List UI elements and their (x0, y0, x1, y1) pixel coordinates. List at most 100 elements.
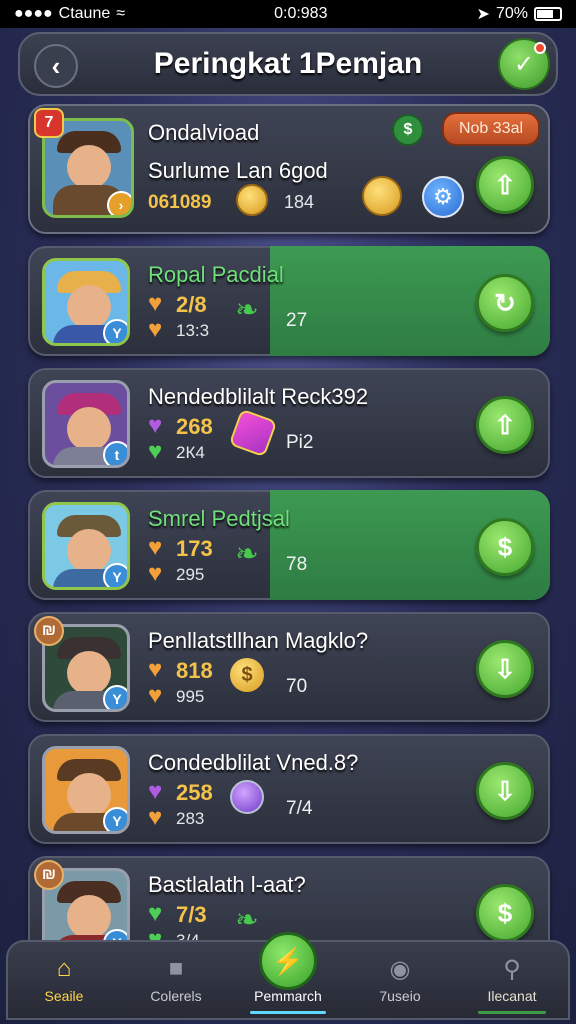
player-action-button[interactable]: ⇧ (476, 396, 534, 454)
player-name: Bastlalath l-aat? (148, 872, 306, 897)
stat-row-primary: 7/3 (148, 900, 207, 928)
signal-icon: ●●●● (14, 5, 53, 22)
nav-label: Seaile (44, 988, 84, 1004)
page-title: Peringkat 1Pemjan (153, 47, 423, 80)
avatar-face (67, 407, 111, 451)
avatar-face (67, 145, 111, 189)
player-action-button[interactable]: ↻ (476, 274, 534, 332)
stat-row-primary: 2/8 (148, 290, 207, 318)
player-name: Penllatstllhan Magklo? (148, 628, 369, 653)
heart-icon (148, 778, 170, 806)
heart-icon (148, 534, 170, 562)
featured-player-card[interactable]: 7 › Ondalvioad $ Nob 33al Surlume Lan 6g… (28, 104, 550, 234)
top-rank-badge: 7 (34, 108, 64, 138)
player-name: Smrel Pedtjsal (148, 506, 290, 531)
player-card[interactable]: t Nendedblilalt Reck392 268 2К4 Pi2 ⇧ (28, 368, 550, 478)
rank-badge: Y (103, 807, 127, 831)
item-value: Pi2 (286, 432, 314, 453)
stat-secondary: 295 (176, 565, 205, 584)
currency-chip[interactable]: $ (392, 114, 424, 146)
battery-icon (533, 7, 562, 21)
coin-icon: $ (230, 658, 264, 692)
nav-item-camera[interactable]: ◉ 7useio (344, 942, 456, 1018)
action-icon: ↻ (494, 287, 516, 318)
avatar-face (67, 651, 111, 695)
stat-secondary: 995 (176, 687, 205, 706)
stat-primary: 7/3 (176, 902, 207, 927)
item-value: 27 (286, 310, 308, 331)
stat-row-secondary: 995 (148, 682, 205, 710)
upvote-button[interactable]: ⇧ (476, 156, 534, 214)
location-icon: ➤ (476, 6, 490, 23)
nav-label: Colerels (150, 988, 202, 1004)
trophy-icon: ■ (168, 955, 184, 982)
reward-pill[interactable]: Nob 33al (442, 112, 540, 146)
avatar-face (67, 773, 111, 817)
player-name: Ondalvioad (148, 120, 260, 145)
player-card[interactable]: Y Smrel Pedtjsal 173 295 ❧ 78 $ (28, 490, 550, 600)
notification-dot (534, 42, 546, 54)
stat-row-primary: 268 (148, 412, 213, 440)
player-card[interactable]: Y Condedblilat Vned.8? 258 283 7/4 ⇩ (28, 734, 550, 844)
lightning-icon: ⚡ (259, 932, 317, 990)
heart-icon (148, 290, 170, 318)
bottom-nav: ⌂ Seaile ■ Colerels ⚡ Pemmarch ◉ 7useio … (6, 932, 570, 1020)
heart-icon (148, 316, 170, 344)
heart-icon (148, 560, 170, 588)
player-subtitle: Surlume Lan 6god (148, 158, 328, 183)
nav-item-search[interactable]: ⚲ Ilecanat (456, 942, 568, 1018)
heart-icon (148, 900, 170, 928)
nav-item-trophy[interactable]: ■ Colerels (120, 942, 232, 1018)
leaf-icon: ❧ (235, 293, 259, 325)
player-action-button[interactable]: ⇩ (476, 762, 534, 820)
rank-badge: Y (103, 319, 127, 343)
nav-item-center[interactable]: ⚡ Pemmarch (232, 932, 344, 1018)
player-action-button[interactable]: ⇩ (476, 640, 534, 698)
avatar-face (67, 895, 111, 939)
action-icon: ⇧ (494, 409, 516, 440)
player-card[interactable]: Y Ropal Pacdial 2/8 13:3 ❧ 27 ↻ (28, 246, 550, 356)
search-icon: ⚲ (503, 955, 521, 983)
whistle-icon: ✓ (513, 50, 535, 78)
stat-secondary: 13:3 (176, 321, 210, 340)
arrow-up-icon: ⇧ (494, 169, 516, 200)
gold-coin-icon (362, 176, 402, 216)
status-right: ➤ 70% (477, 4, 562, 24)
stat-row-secondary: 283 (148, 804, 205, 832)
stat-row-primary: 818 (148, 656, 213, 684)
item-value: 70 (286, 676, 308, 697)
player-action-button[interactable]: $ (476, 518, 534, 576)
battery-percent: 70% (495, 5, 528, 22)
status-bar: ●●●● Ctaune ≈ 0:0:983 ➤ 70% (0, 0, 576, 28)
heart-icon (148, 682, 170, 710)
bronze-badge: ₪ (34, 616, 64, 646)
player-card[interactable]: ₪ Y Penllatstllhan Magklo? 818 995 $70 ⇩ (28, 612, 550, 722)
header-bar: ‹ Peringkat 1Pemjan ✓ (18, 32, 558, 96)
stat-row-primary: 258 (148, 778, 213, 806)
rank-badge: › (107, 191, 131, 215)
stat-row-secondary: 13:3 (148, 316, 210, 344)
action-icon: ⇩ (494, 775, 516, 806)
item-value: 78 (286, 554, 308, 575)
chevron-left-icon: ‹ (51, 50, 61, 81)
player-score: 061089 (148, 192, 212, 213)
heart-icon (148, 412, 170, 440)
avatar: Y (42, 502, 130, 590)
gear-icon[interactable]: ⚙ (422, 176, 464, 218)
stat-row-secondary: 295 (148, 560, 205, 588)
avatar: t (42, 380, 130, 468)
stat-secondary: 283 (176, 809, 205, 828)
action-icon: $ (497, 531, 513, 562)
home-icon: ⌂ (56, 955, 72, 982)
gem-icon (228, 408, 278, 458)
coin-count: 184 (284, 192, 315, 212)
header-action-button[interactable]: ✓ (498, 38, 550, 90)
player-name: Ropal Pacdial (148, 262, 284, 287)
player-name: Condedblilat Vned.8? (148, 750, 359, 775)
nav-item-home[interactable]: ⌂ Seaile (8, 942, 120, 1018)
back-button[interactable]: ‹ (34, 44, 78, 88)
stat-primary: 818 (176, 658, 213, 683)
clock: 0:0:983 (274, 5, 328, 22)
player-action-button[interactable]: $ (476, 884, 534, 942)
status-left: ●●●● Ctaune ≈ (14, 5, 125, 23)
